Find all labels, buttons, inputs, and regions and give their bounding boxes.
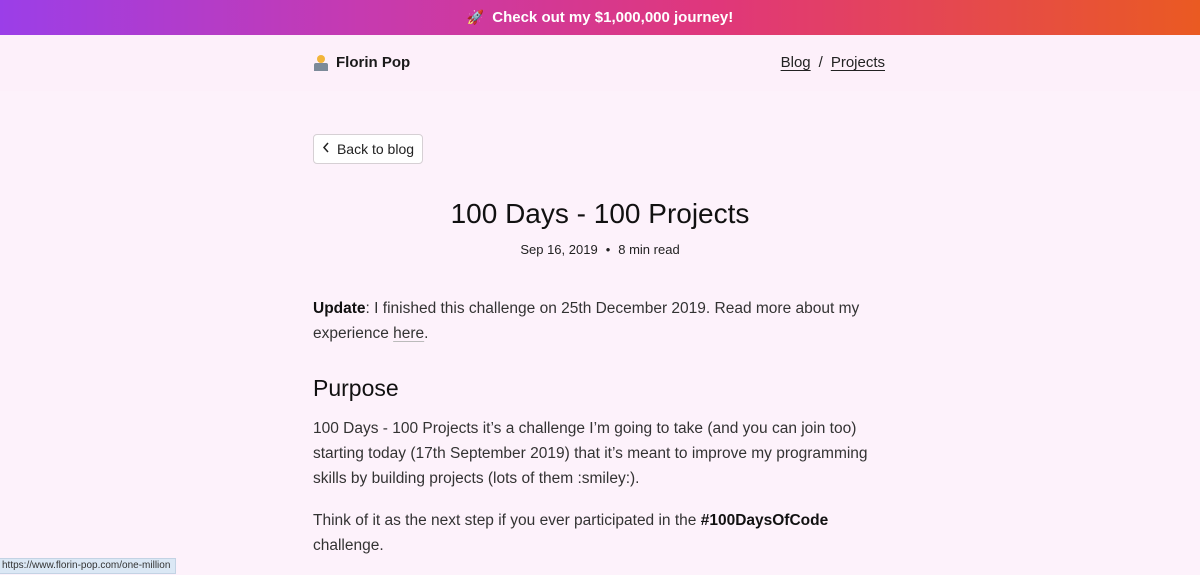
main-nav: Blog / Projects: [781, 54, 885, 71]
nav-blog-link[interactable]: Blog: [781, 54, 811, 71]
purpose-paragraph-2: Think of it as the next step if you ever…: [313, 508, 873, 558]
post-content: Update: I finished this challenge on 25t…: [313, 296, 873, 575]
promo-banner[interactable]: 🚀 Check out my $1,000,000 journey!: [0, 0, 1200, 35]
post-title: 100 Days - 100 Projects: [450, 198, 750, 229]
purpose-heading: Purpose: [313, 375, 399, 401]
nav-separator: /: [818, 54, 823, 71]
status-url-bar: https://www.florin-pop.com/one-million: [0, 558, 176, 574]
avatar-icon: [313, 54, 329, 71]
brand-name: Florin Pop: [336, 54, 411, 71]
here-link[interactable]: here: [393, 325, 424, 342]
site-header: Florin Pop Blog / Projects: [0, 35, 1200, 91]
back-to-blog-label: Back to blog: [336, 141, 415, 157]
back-to-blog-button[interactable]: Back to blog: [313, 134, 423, 164]
purpose-p2-text: Think of it as the next step if you ever…: [313, 512, 701, 529]
purpose-paragraph-1: 100 Days - 100 Projects it’s a challenge…: [313, 420, 868, 487]
nav-projects-link[interactable]: Projects: [831, 54, 885, 71]
update-text-end: .: [424, 325, 429, 342]
purpose-p2-end: challenge.: [313, 537, 384, 554]
promo-banner-text: Check out my $1,000,000 journey!: [492, 9, 734, 26]
post-read-time: 8 min read: [618, 242, 680, 257]
update-paragraph: Update: I finished this challenge on 25t…: [313, 296, 873, 346]
meta-dot: •: [605, 242, 611, 257]
chevron-left-icon: [322, 142, 330, 156]
post-meta: Sep 16, 2019 • 8 min read: [0, 242, 1200, 257]
update-label: Update: [313, 300, 366, 317]
post-date: Sep 16, 2019: [520, 242, 598, 257]
hashtag-100daysofcode: #100DaysOfCode: [700, 512, 829, 529]
rocket-icon: 🚀: [466, 9, 485, 25]
brand-link[interactable]: Florin Pop: [313, 54, 410, 71]
